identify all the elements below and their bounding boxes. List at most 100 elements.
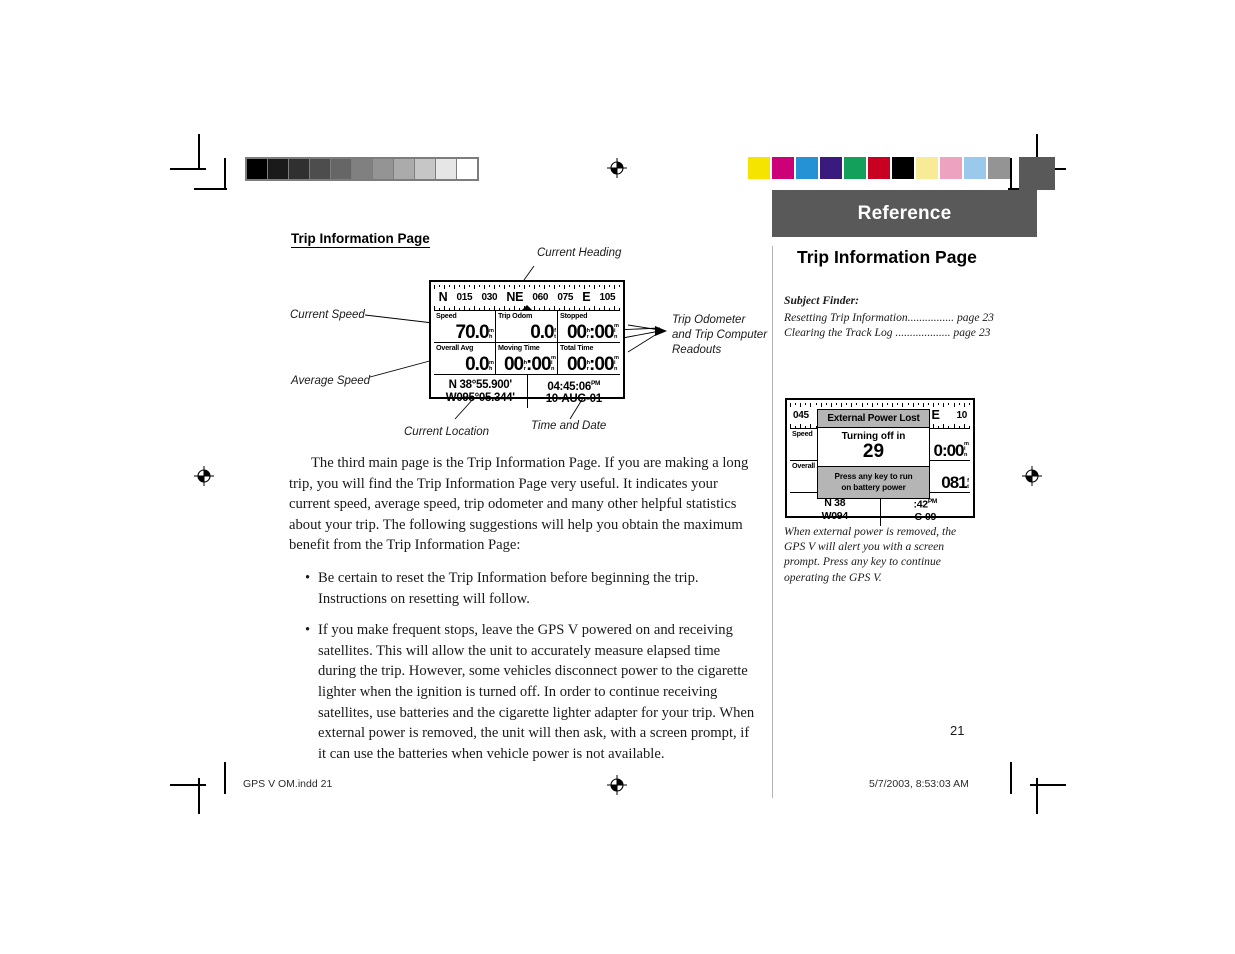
compass-tick	[599, 308, 600, 310]
callout-current-speed: Current Speed	[290, 309, 365, 321]
callout-trip-odometer-line1: Trip Odometer	[672, 314, 746, 326]
compass-tick	[559, 308, 560, 310]
compass-tick	[927, 403, 929, 405]
callout-current-location: Current Location	[404, 426, 490, 438]
field-value-minutes: 00	[594, 354, 614, 375]
registration-target-top	[607, 158, 627, 178]
compass-tick	[866, 403, 868, 405]
field-value-text: 081	[941, 473, 967, 492]
field-label: Speed	[792, 429, 813, 438]
compass-tick	[519, 308, 520, 310]
compass-tick	[459, 285, 460, 287]
subject-finder-row[interactable]: Clearing the Track Log .................…	[784, 326, 990, 341]
field-label: Speed	[436, 311, 457, 320]
field-total-time: Total Time 00 h r:00 m i n	[558, 343, 620, 375]
compass-tick	[835, 403, 837, 405]
compass-tick	[529, 285, 530, 287]
compass-tick	[434, 306, 435, 310]
gray-swatch-3	[310, 159, 330, 179]
field-unit-min: min	[614, 322, 619, 341]
compass-tick	[464, 306, 465, 310]
compass-tick	[474, 306, 475, 310]
footer-timestamp: 5/7/2003, 8:53:03 AM	[869, 778, 969, 790]
color-swatch-0	[748, 157, 770, 179]
callout-trip-odometer-line3: Readouts	[672, 344, 722, 356]
compass-tick	[943, 424, 945, 428]
compass-tick	[484, 306, 485, 310]
subject-finder: Subject Finder: Resetting Trip Informati…	[784, 294, 994, 341]
current-time: 04:45:06PM	[547, 377, 600, 394]
color-swatch-3	[820, 157, 842, 179]
compass-tick	[795, 426, 797, 428]
compass-label-015: 015	[456, 291, 473, 303]
bullet-dot-icon: •	[305, 569, 311, 586]
location-lon: W094	[821, 509, 849, 522]
gray-swatch-6	[373, 159, 393, 179]
compass-tick	[559, 285, 560, 287]
field-label: Trip Odom	[498, 311, 533, 320]
field-value: 0.0 m h	[465, 355, 494, 375]
compass-tick	[454, 306, 455, 310]
field-stopped: Stopped 00 h r:00 m i n	[558, 311, 620, 343]
gray-swatch-8	[415, 159, 435, 179]
compass-tick	[439, 285, 440, 287]
field-value: 00 h r:00 m i n	[567, 322, 619, 343]
compass-tick	[489, 308, 490, 310]
crop-mark-tl-h	[170, 168, 206, 170]
compass-tick	[554, 306, 555, 310]
color-swatch-9	[964, 157, 986, 179]
gray-swatch-7	[394, 159, 414, 179]
compass-tick	[963, 424, 965, 428]
compass-tick	[604, 306, 605, 310]
current-date: 10-AUG-01	[545, 393, 602, 406]
compass-tick	[599, 285, 600, 287]
field-label: Moving Time	[498, 343, 540, 352]
field-unit-min: min	[551, 354, 556, 373]
compass-tick	[846, 403, 848, 405]
compass-label-n: N	[438, 290, 448, 304]
compass-tick	[439, 308, 440, 310]
field-unit: ft	[554, 328, 556, 341]
compass-tick	[948, 426, 950, 428]
field-moving-time: Moving Time 00 h r:00 m i n	[496, 343, 558, 375]
color-swatch-10	[988, 157, 1010, 179]
section-band-title: Reference	[857, 202, 952, 224]
compass-tick	[907, 403, 909, 405]
callout-time-and-date: Time and Date	[531, 420, 607, 432]
compass-tick	[589, 308, 590, 310]
compass-tick	[519, 285, 520, 287]
compass-tick	[584, 306, 585, 310]
callout-current-heading: Current Heading	[537, 247, 622, 259]
color-swatch-7	[916, 157, 938, 179]
body-bullet-1: • Be certain to reset the Trip Informati…	[289, 568, 756, 609]
compass-label-right-card: E	[931, 408, 940, 422]
crop-mark-br-h	[1030, 784, 1066, 786]
crop-mark-tl2-h	[194, 188, 227, 190]
color-swatch-4	[844, 157, 866, 179]
compass-tick	[579, 308, 580, 310]
field-value: 00 h r:00 m i n	[504, 354, 556, 375]
compass-tick	[938, 426, 940, 428]
compass-tick	[589, 285, 590, 287]
compass-label-ne: NE	[506, 290, 524, 304]
field-label: Overall Avg	[436, 343, 474, 352]
subject-finder-row[interactable]: Resetting Trip Information..............…	[784, 311, 994, 326]
callout-trip-odometer-line2: and Trip Computer	[672, 329, 768, 341]
gray-swatch-9	[436, 159, 456, 179]
compass-tick	[948, 403, 950, 405]
compass-tick	[444, 306, 445, 310]
time-meridiem: PM	[590, 379, 601, 387]
compass-tick	[569, 285, 570, 287]
field-unit-min: min	[614, 354, 619, 373]
compass-tick	[810, 424, 812, 428]
compass-label-105: 105	[599, 291, 616, 303]
compass-tick	[479, 285, 480, 287]
compass-tick	[968, 426, 970, 428]
compass-tick	[459, 308, 460, 310]
field-value-minutes: 00	[594, 322, 614, 343]
field-label: Total Time	[560, 343, 594, 352]
grayscale-calibration-strip	[245, 157, 479, 181]
compass-tick	[815, 403, 817, 405]
subject-finder-heading: Subject Finder:	[784, 294, 860, 307]
field-trip-odom: Trip Odom 0.0 f t	[496, 311, 558, 343]
